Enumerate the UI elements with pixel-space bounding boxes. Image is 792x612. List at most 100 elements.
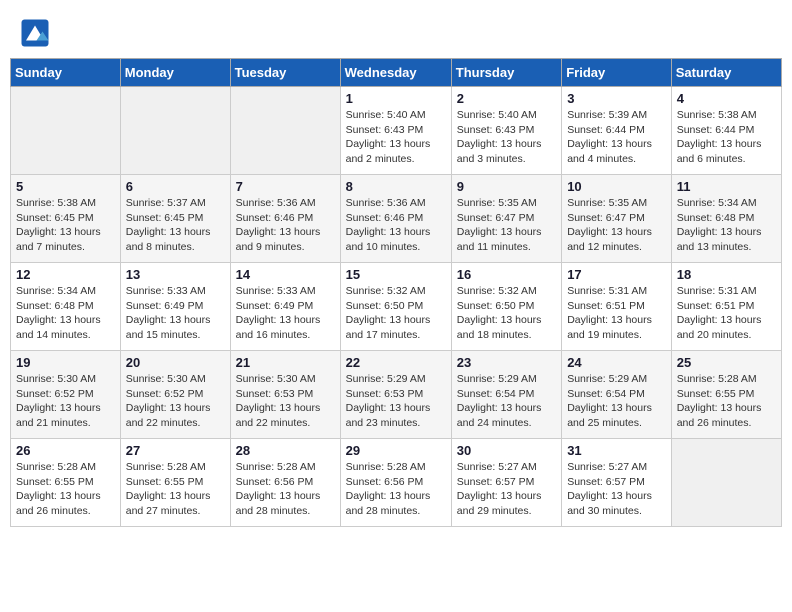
day-number: 30	[457, 443, 556, 458]
day-info: Sunrise: 5:31 AM Sunset: 6:51 PM Dayligh…	[677, 284, 776, 343]
calendar-cell: 9Sunrise: 5:35 AM Sunset: 6:47 PM Daylig…	[451, 175, 561, 263]
calendar-cell: 28 Sunrise: 5:28 AM Sunset: 6:56 PM Dayli…	[230, 439, 340, 527]
day-number: 18	[677, 267, 776, 282]
calendar-cell: 4Sunrise: 5:38 AM Sunset: 6:44 PM Daylig…	[671, 87, 781, 175]
day-number: 7	[236, 179, 335, 194]
calendar-cell: 1 Sunrise: 5:40 AM Sunset: 6:43 PM Daylig…	[340, 87, 451, 175]
day-info: Sunrise: 5:36 AM Sunset: 6:46 PM Dayligh…	[236, 196, 335, 255]
day-info: Sunrise: 5:29 AM Sunset: 6:54 PM Dayligh…	[567, 372, 666, 431]
calendar-cell: 21Sunrise: 5:30 AM Sunset: 6:53 PM Dayli…	[230, 351, 340, 439]
day-info: Sunrise: 5:35 AM Sunset: 6:47 PM Dayligh…	[567, 196, 666, 255]
calendar-cell: 18 Sunrise: 5:31 AM Sunset: 6:51 PM Dayli…	[671, 263, 781, 351]
day-number: 1	[346, 91, 446, 106]
day-info: Sunrise: 5:36 AM Sunset: 6:46 PM Dayligh…	[346, 196, 446, 255]
logo-icon	[20, 18, 50, 48]
day-number: 11	[677, 179, 776, 194]
calendar-cell: 12 Sunrise: 5:34 AM Sunset: 6:48 PM Dayli…	[11, 263, 121, 351]
day-info: Sunrise: 5:29 AM Sunset: 6:53 PM Dayligh…	[346, 372, 446, 431]
calendar-week-row: 26 Sunrise: 5:28 AM Sunset: 6:55 PM Dayli…	[11, 439, 782, 527]
day-number: 24	[567, 355, 666, 370]
day-info: Sunrise: 5:28 AM Sunset: 6:56 PM Dayligh…	[346, 460, 446, 519]
day-number: 3	[567, 91, 666, 106]
calendar-cell	[230, 87, 340, 175]
calendar-header-friday: Friday	[562, 59, 672, 87]
calendar-cell: 2 Sunrise: 5:40 AM Sunset: 6:43 PM Daylig…	[451, 87, 561, 175]
day-info: Sunrise: 5:28 AM Sunset: 6:55 PM Dayligh…	[126, 460, 225, 519]
calendar-cell: 6 Sunrise: 5:37 AM Sunset: 6:45 PM Daylig…	[120, 175, 230, 263]
day-info: Sunrise: 5:38 AM Sunset: 6:45 PM Dayligh…	[16, 196, 115, 255]
day-info: Sunrise: 5:40 AM Sunset: 6:43 PM Dayligh…	[346, 108, 446, 167]
day-number: 6	[126, 179, 225, 194]
calendar-cell: 3 Sunrise: 5:39 AM Sunset: 6:44 PM Daylig…	[562, 87, 672, 175]
day-number: 14	[236, 267, 335, 282]
calendar-cell: 14 Sunrise: 5:33 AM Sunset: 6:49 PM Dayli…	[230, 263, 340, 351]
day-info: Sunrise: 5:28 AM Sunset: 6:55 PM Dayligh…	[16, 460, 115, 519]
calendar-cell: 24 Sunrise: 5:29 AM Sunset: 6:54 PM Dayli…	[562, 351, 672, 439]
day-info: Sunrise: 5:38 AM Sunset: 6:44 PM Dayligh…	[677, 108, 776, 167]
calendar-cell	[11, 87, 121, 175]
day-number: 28	[236, 443, 335, 458]
calendar-cell: 29 Sunrise: 5:28 AM Sunset: 6:56 PM Dayli…	[340, 439, 451, 527]
calendar-cell: 15 Sunrise: 5:32 AM Sunset: 6:50 PM Dayli…	[340, 263, 451, 351]
calendar-cell: 23Sunrise: 5:29 AM Sunset: 6:54 PM Dayli…	[451, 351, 561, 439]
calendar-cell: 5 Sunrise: 5:38 AM Sunset: 6:45 PM Daylig…	[11, 175, 121, 263]
calendar-header-thursday: Thursday	[451, 59, 561, 87]
day-info: Sunrise: 5:33 AM Sunset: 6:49 PM Dayligh…	[236, 284, 335, 343]
calendar-cell: 27 Sunrise: 5:28 AM Sunset: 6:55 PM Dayli…	[120, 439, 230, 527]
day-info: Sunrise: 5:39 AM Sunset: 6:44 PM Dayligh…	[567, 108, 666, 167]
calendar-week-row: 5 Sunrise: 5:38 AM Sunset: 6:45 PM Daylig…	[11, 175, 782, 263]
day-number: 16	[457, 267, 556, 282]
day-number: 29	[346, 443, 446, 458]
day-number: 15	[346, 267, 446, 282]
day-info: Sunrise: 5:33 AM Sunset: 6:49 PM Dayligh…	[126, 284, 225, 343]
calendar-week-row: 19Sunrise: 5:30 AM Sunset: 6:52 PM Dayli…	[11, 351, 782, 439]
day-number: 17	[567, 267, 666, 282]
day-info: Sunrise: 5:30 AM Sunset: 6:52 PM Dayligh…	[16, 372, 115, 431]
day-info: Sunrise: 5:31 AM Sunset: 6:51 PM Dayligh…	[567, 284, 666, 343]
calendar-table: SundayMondayTuesdayWednesdayThursdayFrid…	[10, 58, 782, 527]
calendar-cell: 13 Sunrise: 5:33 AM Sunset: 6:49 PM Dayli…	[120, 263, 230, 351]
day-info: Sunrise: 5:35 AM Sunset: 6:47 PM Dayligh…	[457, 196, 556, 255]
day-info: Sunrise: 5:27 AM Sunset: 6:57 PM Dayligh…	[567, 460, 666, 519]
day-info: Sunrise: 5:40 AM Sunset: 6:43 PM Dayligh…	[457, 108, 556, 167]
calendar-header-tuesday: Tuesday	[230, 59, 340, 87]
day-info: Sunrise: 5:30 AM Sunset: 6:52 PM Dayligh…	[126, 372, 225, 431]
calendar-cell: 20 Sunrise: 5:30 AM Sunset: 6:52 PM Dayli…	[120, 351, 230, 439]
calendar-cell: 17 Sunrise: 5:31 AM Sunset: 6:51 PM Dayli…	[562, 263, 672, 351]
day-number: 26	[16, 443, 115, 458]
calendar-cell: 11Sunrise: 5:34 AM Sunset: 6:48 PM Dayli…	[671, 175, 781, 263]
day-number: 23	[457, 355, 556, 370]
page-header	[10, 10, 782, 52]
logo	[20, 18, 54, 48]
day-info: Sunrise: 5:27 AM Sunset: 6:57 PM Dayligh…	[457, 460, 556, 519]
day-info: Sunrise: 5:37 AM Sunset: 6:45 PM Dayligh…	[126, 196, 225, 255]
day-number: 27	[126, 443, 225, 458]
day-info: Sunrise: 5:28 AM Sunset: 6:55 PM Dayligh…	[677, 372, 776, 431]
calendar-cell: 22 Sunrise: 5:29 AM Sunset: 6:53 PM Dayli…	[340, 351, 451, 439]
day-number: 22	[346, 355, 446, 370]
day-info: Sunrise: 5:32 AM Sunset: 6:50 PM Dayligh…	[346, 284, 446, 343]
day-number: 20	[126, 355, 225, 370]
calendar-header-saturday: Saturday	[671, 59, 781, 87]
day-number: 12	[16, 267, 115, 282]
day-info: Sunrise: 5:30 AM Sunset: 6:53 PM Dayligh…	[236, 372, 335, 431]
calendar-cell	[120, 87, 230, 175]
day-info: Sunrise: 5:34 AM Sunset: 6:48 PM Dayligh…	[16, 284, 115, 343]
calendar-cell	[671, 439, 781, 527]
day-number: 8	[346, 179, 446, 194]
day-number: 10	[567, 179, 666, 194]
calendar-cell: 10 Sunrise: 5:35 AM Sunset: 6:47 PM Dayli…	[562, 175, 672, 263]
day-number: 5	[16, 179, 115, 194]
day-info: Sunrise: 5:28 AM Sunset: 6:56 PM Dayligh…	[236, 460, 335, 519]
calendar-cell: 7 Sunrise: 5:36 AM Sunset: 6:46 PM Daylig…	[230, 175, 340, 263]
calendar-cell: 31Sunrise: 5:27 AM Sunset: 6:57 PM Dayli…	[562, 439, 672, 527]
calendar-week-row: 1 Sunrise: 5:40 AM Sunset: 6:43 PM Daylig…	[11, 87, 782, 175]
day-number: 13	[126, 267, 225, 282]
calendar-cell: 19Sunrise: 5:30 AM Sunset: 6:52 PM Dayli…	[11, 351, 121, 439]
calendar-cell: 8 Sunrise: 5:36 AM Sunset: 6:46 PM Daylig…	[340, 175, 451, 263]
calendar-header-monday: Monday	[120, 59, 230, 87]
day-number: 2	[457, 91, 556, 106]
calendar-header-sunday: Sunday	[11, 59, 121, 87]
calendar-header-row: SundayMondayTuesdayWednesdayThursdayFrid…	[11, 59, 782, 87]
day-info: Sunrise: 5:32 AM Sunset: 6:50 PM Dayligh…	[457, 284, 556, 343]
